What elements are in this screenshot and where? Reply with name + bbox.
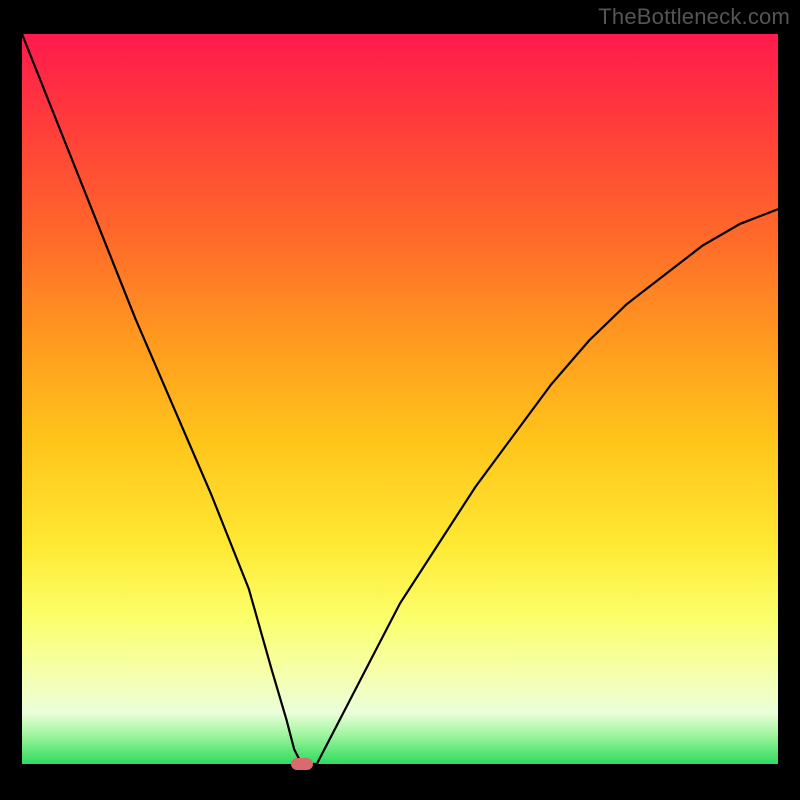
watermark-text: TheBottleneck.com xyxy=(598,4,790,30)
plot-area xyxy=(22,34,778,764)
bottleneck-curve-path xyxy=(22,34,778,764)
curve-svg xyxy=(22,34,778,764)
chart-frame: TheBottleneck.com xyxy=(0,0,800,800)
optimal-marker xyxy=(291,758,313,770)
